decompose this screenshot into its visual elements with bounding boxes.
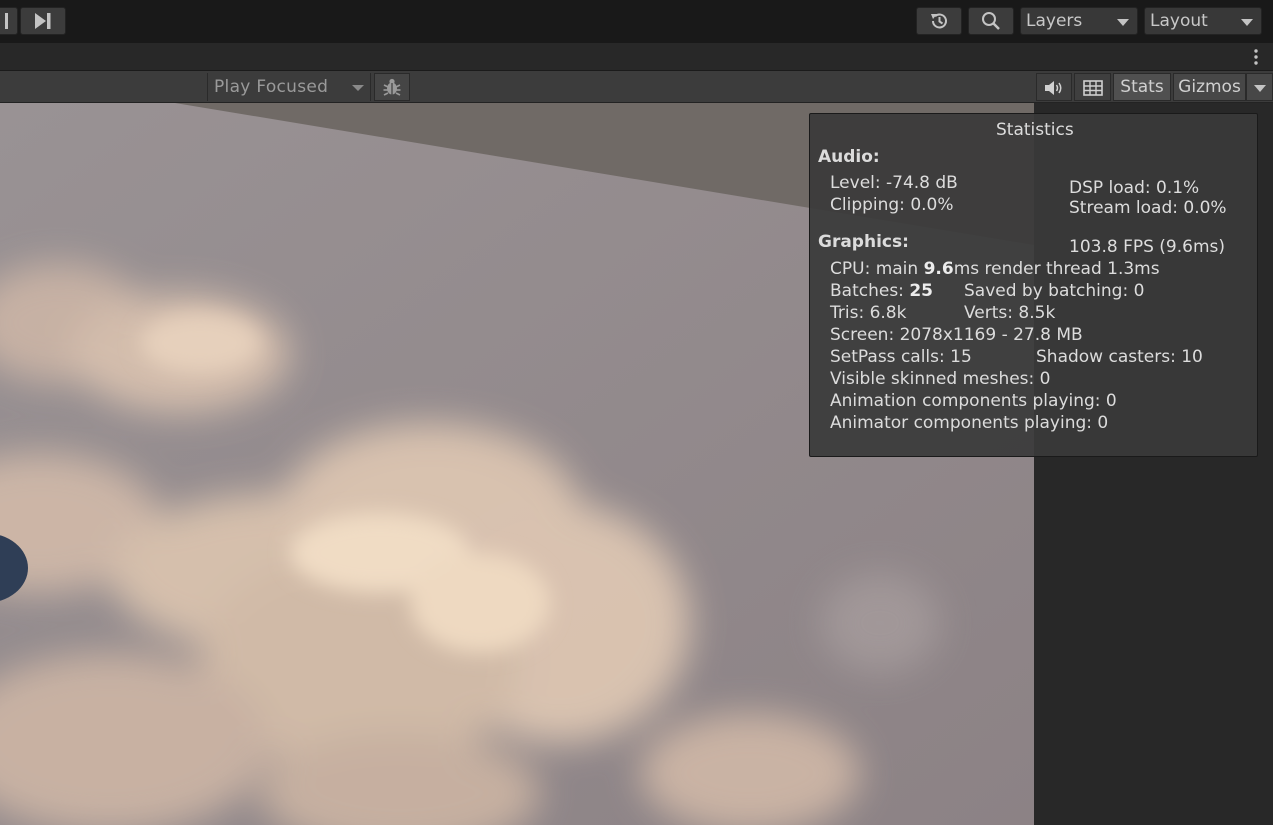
stats-label: Stats xyxy=(1120,77,1164,97)
cpu-prefix: CPU: main xyxy=(830,259,924,279)
bug-icon xyxy=(383,78,401,96)
layers-dropdown[interactable]: Layers xyxy=(1020,7,1138,35)
shadow-casters: Shadow casters: 10 xyxy=(1036,347,1203,367)
grid-icon xyxy=(1083,80,1103,96)
stats-toggle-button[interactable]: Stats xyxy=(1113,73,1171,101)
history-icon xyxy=(931,13,947,29)
chevron-down-icon xyxy=(1241,19,1253,26)
saved-by-batching: Saved by batching: 0 xyxy=(964,281,1145,301)
cpu-main-value: 9.6 xyxy=(923,259,954,279)
statistics-title: Statistics xyxy=(996,120,1074,140)
tris-readout: Tris: 6.8k xyxy=(830,303,907,323)
main-toolbar: Layers Layout xyxy=(0,0,1273,43)
animator-components: Animator components playing: 0 xyxy=(830,413,1109,433)
graphics-header: Graphics: xyxy=(818,232,909,252)
play-mode-label: Play Focused xyxy=(214,77,329,97)
stream-load: Stream load: 0.0% xyxy=(1069,198,1227,218)
game-view-toolbar: Play Focused Stats Gizmos xyxy=(0,71,1273,103)
pause-icon xyxy=(5,13,8,29)
debug-toggle-button[interactable] xyxy=(374,73,410,101)
cpu-suffix: ms render thread 1.3ms xyxy=(953,259,1160,279)
gizmos-label: Gizmos xyxy=(1178,77,1241,97)
fps-readout: 103.8 FPS (9.6ms) xyxy=(1069,237,1226,257)
batches-readout: Batches: 25 xyxy=(830,281,933,301)
verts-readout: Verts: 8.5k xyxy=(964,303,1056,323)
gizmos-dropdown-button[interactable] xyxy=(1246,73,1273,101)
chevron-down-icon xyxy=(1254,85,1266,92)
setpass-calls: SetPass calls: 15 xyxy=(830,347,972,367)
search-button[interactable] xyxy=(968,7,1014,35)
batches-prefix: Batches: xyxy=(830,281,910,301)
layout-dropdown[interactable]: Layout xyxy=(1144,7,1262,35)
audio-icon xyxy=(1045,81,1062,95)
kebab-menu-icon[interactable] xyxy=(1254,49,1258,65)
layout-label: Layout xyxy=(1150,11,1208,31)
visible-skinned-meshes: Visible skinned meshes: 0 xyxy=(830,369,1051,389)
layers-label: Layers xyxy=(1026,11,1083,31)
audio-mute-button[interactable] xyxy=(1036,73,1072,101)
undo-history-button[interactable] xyxy=(916,7,962,35)
animation-components: Animation components playing: 0 xyxy=(830,391,1117,411)
audio-clipping: Clipping: 0.0% xyxy=(830,195,954,215)
audio-header: Audio: xyxy=(818,147,880,167)
dsp-load: DSP load: 0.1% xyxy=(1069,178,1200,198)
chevron-down-icon xyxy=(1117,19,1129,26)
statistics-panel: Statistics Audio: Level: -74.8 dB Clippi… xyxy=(809,113,1258,457)
cpu-readout: CPU: main 9.6ms render thread 1.3ms xyxy=(830,259,1160,279)
play-mode-dropdown[interactable]: Play Focused xyxy=(207,73,371,101)
step-button[interactable] xyxy=(20,7,66,35)
screen-readout: Screen: 2078x1169 - 27.8 MB xyxy=(830,325,1083,345)
step-icon xyxy=(35,13,51,29)
audio-level: Level: -74.8 dB xyxy=(830,173,958,193)
batches-value: 25 xyxy=(909,281,933,301)
pause-button[interactable] xyxy=(0,7,18,35)
gizmos-toggle-button[interactable]: Gizmos xyxy=(1173,73,1246,101)
search-icon xyxy=(982,12,1000,30)
gizmo-grid-button[interactable] xyxy=(1074,73,1111,101)
chevron-down-icon xyxy=(352,85,364,91)
tab-bar xyxy=(0,43,1273,71)
